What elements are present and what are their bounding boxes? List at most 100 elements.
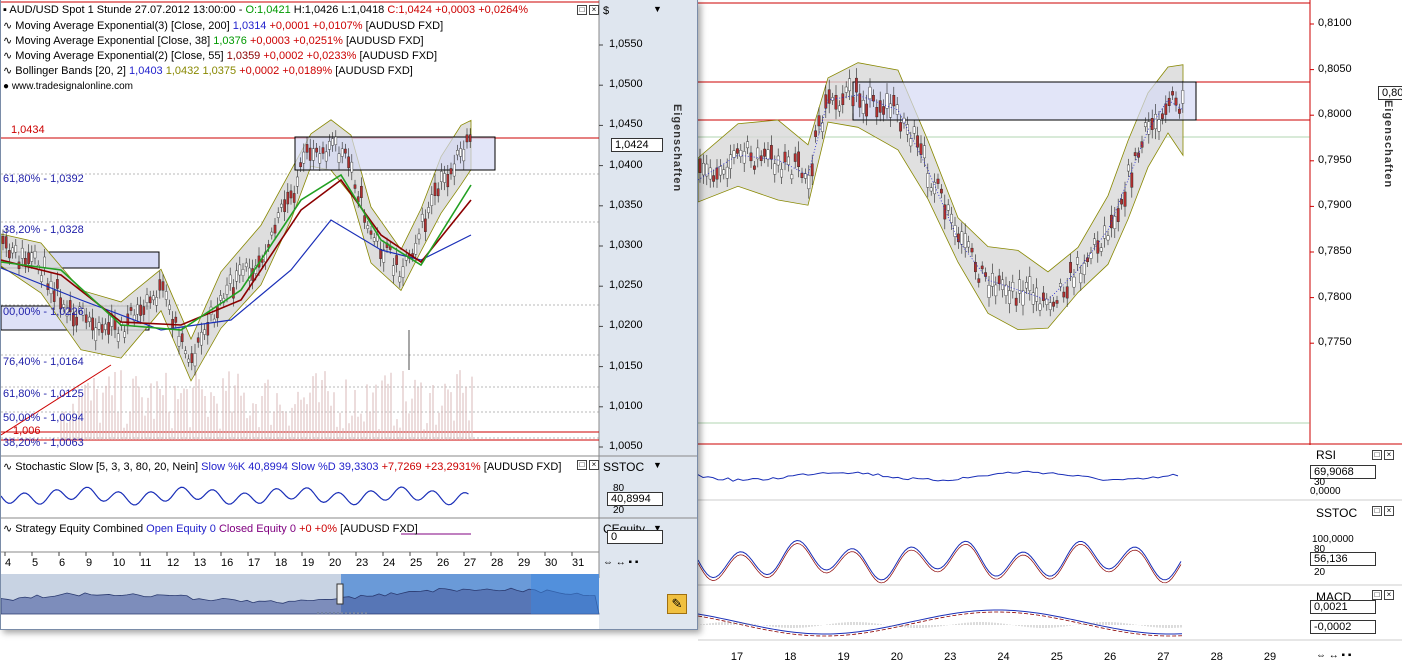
main-properties-label[interactable]: Eigenschaften (1382, 100, 1394, 188)
window-candle (27, 252, 30, 264)
window-candle (200, 331, 203, 346)
collapse-icon[interactable]: ▪ (3, 4, 7, 16)
main-date-label: 18 (784, 651, 797, 663)
window-candle (168, 304, 171, 310)
main-candle (736, 148, 739, 154)
window-date-label: 18 (275, 557, 288, 569)
main-rsi-close-button[interactable]: × (1384, 450, 1394, 460)
main-chart-area[interactable]: 0,8100 0,8050 0,8000 0,7950 0,7900 0,7850 0,78… (698, 0, 1402, 665)
window-price-chart[interactable] (1, 0, 698, 630)
window-date-label: 26 (437, 557, 450, 569)
window-scroll-arrows-icon[interactable]: ⇔ ↔ ▪ ▪ (603, 557, 638, 568)
main-sstoc-minimize-button[interactable]: □ (1372, 506, 1382, 516)
window-axis-dropdown-icon[interactable]: ▼ (653, 4, 662, 14)
main-rsi-minimize-button[interactable]: □ (1372, 450, 1382, 460)
main-macd-close-button[interactable]: × (1384, 590, 1394, 600)
window-candle (33, 250, 37, 259)
window-stoch-close-button[interactable]: × (589, 460, 599, 470)
main-axis-label: 0,8100 (1318, 17, 1352, 29)
window-date-label: 30 (545, 557, 558, 569)
window-candle (206, 322, 210, 336)
main-candle (769, 145, 773, 160)
window-candle (94, 327, 98, 341)
legend-stochastic[interactable]: ∿ Stochastic Slow [5, 3, 3, 80, 20, Nein… (3, 460, 561, 473)
chart-window[interactable]: ▪ AUD/USD Spot 1 Stunde 27.07.2012 13:00… (0, 0, 698, 630)
main-candle (712, 175, 715, 182)
main-sstoc-title: SSTOC (1316, 506, 1358, 520)
window-stoch-minimize-button[interactable]: □ (577, 460, 587, 470)
window-candle (465, 134, 469, 143)
window-properties-label[interactable]: Eigenschaften (671, 104, 683, 192)
window-resize-grip[interactable] (317, 612, 367, 616)
window-candle (8, 250, 11, 259)
window-candle (161, 281, 165, 291)
main-candle (997, 275, 1001, 284)
window-candle (190, 353, 194, 363)
window-fib-label: 61,80% - 1,0125 (3, 388, 84, 400)
main-candle (946, 204, 950, 211)
main-candle (868, 86, 872, 100)
window-candle (427, 207, 430, 214)
main-candle (837, 105, 841, 112)
main-candle (994, 284, 998, 297)
header-symbol: AUD/USD Spot 1 Stunde (9, 4, 132, 16)
main-candle (922, 145, 926, 159)
main-candle (1137, 152, 1140, 158)
window-axis-label: 1,0300 (609, 239, 643, 251)
window-axis-label: 1,0200 (609, 319, 643, 332)
main-candle (722, 169, 726, 175)
window-candle (20, 247, 24, 259)
window-price-minimize-button[interactable]: □ (577, 5, 587, 15)
window-stoch-dropdown-icon[interactable]: ▼ (653, 460, 662, 470)
window-candle (443, 173, 446, 183)
legend-ema200[interactable]: ∿ Moving Average Exponential(3) [Close, … (3, 19, 443, 32)
main-axis-label: 0,7850 (1318, 245, 1352, 257)
main-axis-label: 0,7800 (1318, 290, 1352, 303)
main-axis-label: 0,8000 (1318, 108, 1352, 121)
main-candle (861, 100, 865, 114)
main-candle (1038, 303, 1042, 311)
main-candle (1157, 119, 1161, 132)
window-candle (174, 316, 178, 323)
window-candle (366, 225, 370, 229)
window-price-close-button[interactable]: × (589, 5, 599, 15)
main-scroll-arrows-icon[interactable]: ⇔ ↔ ▪ ▪ (1316, 650, 1351, 661)
main-candle (912, 126, 916, 134)
main-date-label: 20 (890, 651, 904, 663)
main-macd-minimize-button[interactable]: □ (1372, 590, 1382, 600)
main-candle (909, 138, 913, 147)
legend-ema38[interactable]: ∿ Moving Average Exponential [Close, 38]… (3, 34, 424, 47)
main-price-chart[interactable] (698, 0, 1402, 665)
main-candle (807, 174, 811, 190)
window-candle (456, 150, 459, 156)
window-candle (296, 176, 299, 187)
window-candle (331, 138, 334, 146)
window-axis-label: 1,0550 (609, 38, 643, 50)
legend-bollinger[interactable]: ∿ Bollinger Bands [20, 2] 1,0403 1,0432 … (3, 64, 413, 77)
main-sstoc-value-box: 56,136 (1310, 552, 1376, 566)
window-candle (148, 296, 152, 304)
window-date-label: 20 (329, 557, 342, 569)
wave-icon: ∿ (3, 35, 13, 47)
legend-ema55[interactable]: ∿ Moving Average Exponential(2) [Close, … (3, 49, 437, 62)
window-fib-label: 38,20% - 1,0328 (3, 224, 84, 236)
window-candle (139, 304, 142, 316)
main-axis-label: 0,7900 (1318, 199, 1352, 212)
main-candle (1062, 291, 1066, 298)
window-date-label: 13 (194, 557, 207, 569)
window-candle (241, 269, 245, 276)
main-candle (746, 141, 750, 149)
legend-equity[interactable]: ∿ Strategy Equity Combined Open Equity 0… (3, 522, 418, 535)
main-candle (960, 231, 964, 245)
window-properties-wrench-icon[interactable]: ✎ (667, 594, 687, 614)
main-sstoc-close-button[interactable]: × (1384, 506, 1394, 516)
window-candle (270, 231, 274, 236)
main-candle (844, 86, 848, 93)
main-candle (1048, 302, 1052, 310)
main-candle (1133, 152, 1137, 157)
main-candle (967, 241, 970, 248)
window-candle (4, 236, 8, 249)
main-candle (1103, 225, 1106, 239)
window-candle (184, 350, 187, 355)
main-candle (1008, 290, 1011, 304)
